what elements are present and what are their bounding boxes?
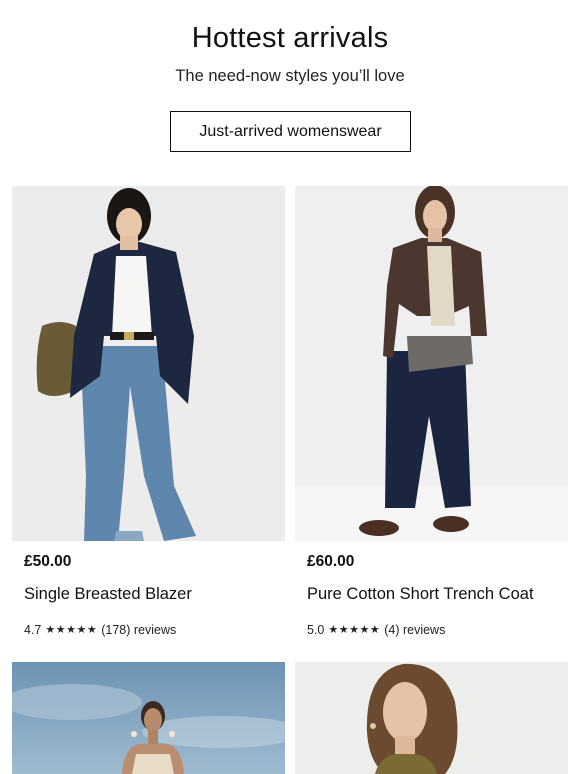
product-card[interactable]: £60.00 Pure Cotton Short Trench Coat 5.0… xyxy=(295,186,568,637)
product-name[interactable]: Single Breasted Blazer xyxy=(24,585,192,604)
product-rating: 5.0 ★★★★★ (4) reviews xyxy=(307,623,445,637)
product-name[interactable]: Pure Cotton Short Trench Coat xyxy=(307,585,534,604)
review-count[interactable]: (4) reviews xyxy=(384,623,445,637)
section-title: Hottest arrivals xyxy=(191,22,389,54)
product-image-cardigan[interactable] xyxy=(295,662,568,774)
product-image-dress[interactable] xyxy=(12,662,285,774)
product-price: £60.00 xyxy=(307,553,355,570)
product-card[interactable] xyxy=(295,662,568,774)
product-card[interactable]: £50.00 Single Breasted Blazer 4.7 ★★★★★ … xyxy=(12,186,285,637)
review-count[interactable]: (178) reviews xyxy=(101,623,176,637)
rating-value: 4.7 xyxy=(24,623,42,637)
product-card[interactable] xyxy=(12,662,285,774)
product-price: £50.00 xyxy=(24,553,72,570)
product-image-trench-coat[interactable] xyxy=(295,186,568,541)
star-rating-icon: ★★★★★ xyxy=(328,623,381,636)
product-rating: 4.7 ★★★★★ (178) reviews xyxy=(24,623,176,637)
star-rating-icon: ★★★★★ xyxy=(45,623,98,636)
product-image-blazer[interactable] xyxy=(12,186,285,541)
rating-value: 5.0 xyxy=(307,623,325,637)
shop-womenswear-button[interactable]: Just-arrived womenswear xyxy=(170,111,411,152)
section-subtitle: The need-now styles you’ll love xyxy=(175,67,405,85)
